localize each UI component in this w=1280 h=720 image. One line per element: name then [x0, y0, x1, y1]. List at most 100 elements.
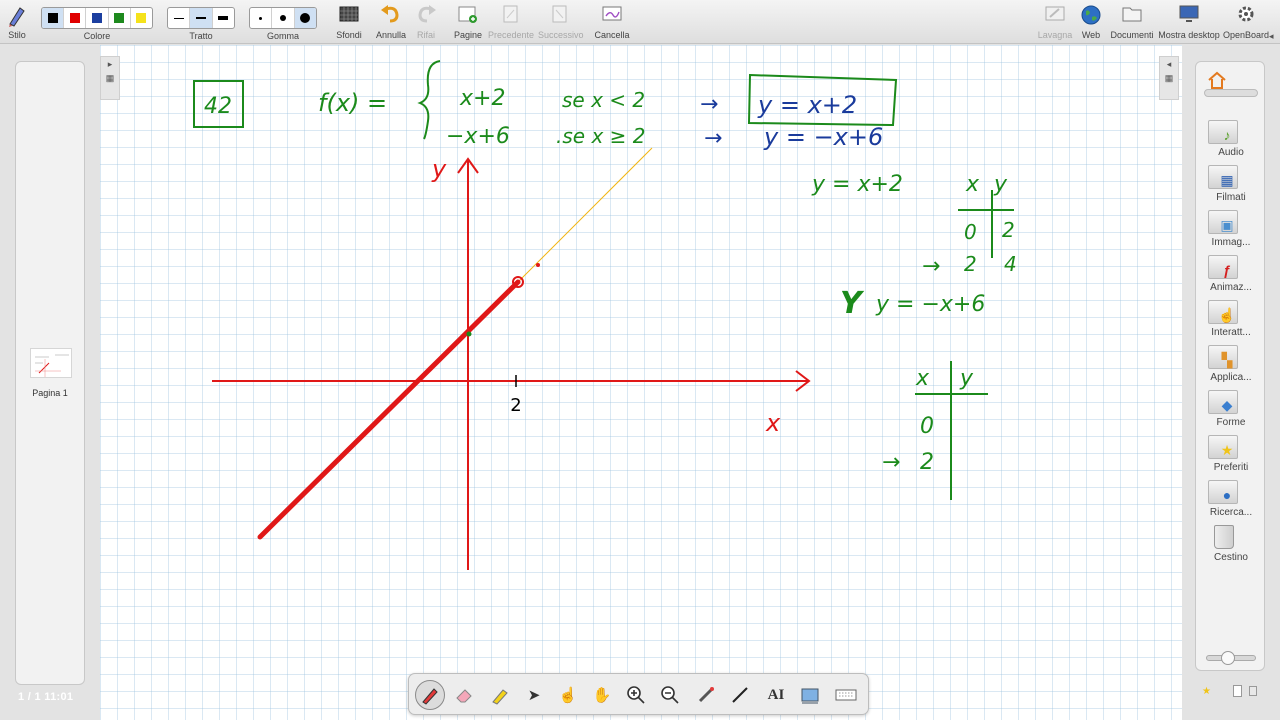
zoom-out-tool[interactable]: [655, 680, 685, 710]
color-label: Colore: [83, 31, 111, 41]
eraser-label: Gomma: [266, 31, 299, 41]
gear-icon: [1238, 6, 1254, 22]
interact-tool[interactable]: ☝: [553, 680, 583, 710]
color-red[interactable]: [64, 8, 87, 28]
branch2-expression: −x+6: [446, 124, 510, 149]
eraser-icon: [456, 689, 472, 703]
library-audio[interactable]: ♪ Audio: [1196, 120, 1266, 164]
library-movies[interactable]: ▦ Filmati: [1196, 165, 1266, 209]
library-panel: ♪ Audio ▦ Filmati ▣ Immag... ƒ Animaz...…: [1195, 61, 1265, 671]
trash-small-icon[interactable]: [1249, 686, 1257, 696]
page-thumbnail[interactable]: [30, 348, 72, 378]
y-axis-label: y: [431, 155, 447, 183]
table1-r2-x: 2: [964, 252, 977, 276]
documents-button[interactable]: Documenti: [1110, 2, 1154, 42]
function-definition: f(x) =: [318, 89, 387, 117]
next-page-button[interactable]: Successivo: [538, 2, 584, 42]
image-icon: ▣: [1220, 217, 1234, 233]
color-yellow[interactable]: [131, 8, 152, 28]
new-document-small-icon[interactable]: [1233, 685, 1242, 697]
branch2-result: y = −x+6: [763, 123, 883, 151]
color-picker: [41, 7, 153, 29]
stroke-medium[interactable]: [190, 8, 213, 28]
exercise-number: 42: [204, 94, 232, 119]
stroke-thick[interactable]: [213, 8, 234, 28]
capture-tool[interactable]: [795, 680, 825, 710]
line-tool[interactable]: [725, 680, 755, 710]
toolbar-collapse-icon[interactable]: ◂: [1269, 31, 1274, 42]
favorites-small-icon[interactable]: ★: [1202, 686, 1211, 697]
whiteboard-canvas[interactable]: ▸ ▦ ◂ ▦ 42 f(x) = x+2 se x < 2 −x+6 .se x …: [100, 45, 1182, 720]
board-button[interactable]: Lavagna: [1037, 2, 1073, 42]
red-dot: [536, 263, 540, 267]
library-interactive[interactable]: ☝ Interatt...: [1196, 300, 1266, 344]
globe-icon: ●: [1222, 487, 1232, 503]
cursor-icon: ➤: [527, 687, 541, 704]
library-applications[interactable]: ▚ Applica...: [1196, 345, 1266, 389]
clear-page-icon: [602, 6, 622, 21]
line-icon: [732, 687, 748, 703]
speaker-icon: ♪: [1223, 127, 1231, 143]
stroke-thin[interactable]: [168, 8, 191, 28]
keyboard-icon: [835, 689, 857, 701]
film-icon: ▦: [1220, 172, 1234, 188]
page-thumbnail-preview: [35, 354, 69, 377]
highlighter-icon: [492, 689, 508, 705]
backgrounds-button[interactable]: Sfondi: [332, 2, 366, 42]
hand-icon: ☝: [1218, 307, 1236, 323]
table1-arrow-icon: →: [922, 254, 940, 279]
library-search[interactable]: ● Ricerca...: [1196, 480, 1266, 524]
virtual-keyboard-tool[interactable]: [831, 680, 861, 710]
page-status: 1 / 1 11:01: [18, 691, 74, 703]
show-desktop-button[interactable]: Mostra desktop: [1158, 2, 1220, 42]
branch2-condition: .se x ≥ 2: [556, 124, 645, 148]
library-trash[interactable]: Cestino: [1196, 525, 1266, 569]
previous-page-button[interactable]: Precedente: [488, 2, 534, 42]
x-axis-label: x: [765, 409, 781, 437]
table2-y-header: y: [959, 366, 974, 391]
pages-button[interactable]: Pagine: [452, 2, 484, 42]
select-tool[interactable]: ➤: [519, 680, 549, 710]
table1-r1-y: 2: [1002, 218, 1015, 242]
highlighter-tool[interactable]: [485, 680, 515, 710]
hand-tool[interactable]: ✋: [587, 680, 617, 710]
table1-equation: y = x+2: [811, 172, 903, 197]
handwriting-layer: 42 f(x) = x+2 se x < 2 −x+6 .se x ≥ 2 → …: [193, 60, 1017, 570]
laser-pointer-icon: [698, 687, 714, 703]
zoom-in-tool[interactable]: [621, 680, 651, 710]
arrow-2-icon: →: [704, 126, 722, 151]
library-animations[interactable]: ƒ Animaz...: [1196, 255, 1266, 299]
color-black[interactable]: [42, 8, 65, 28]
clear-button[interactable]: Cancella: [592, 2, 632, 42]
library-shapes[interactable]: ◆ Forme: [1196, 390, 1266, 434]
laser-pointer-tool[interactable]: [691, 680, 721, 710]
text-tool[interactable]: AI: [761, 680, 791, 710]
color-green[interactable]: [109, 8, 131, 28]
thumbnail-size-slider[interactable]: [1206, 651, 1256, 665]
pen-tool[interactable]: [415, 680, 445, 710]
stylus-button[interactable]: Stilo: [2, 2, 32, 42]
eraser-small[interactable]: [250, 8, 273, 28]
globe-icon: [1081, 5, 1101, 25]
eraser-medium[interactable]: [272, 8, 295, 28]
web-button[interactable]: Web: [1077, 2, 1105, 42]
eraser-size-picker: [249, 7, 317, 29]
pen-icon: [422, 688, 438, 705]
eraser-tool[interactable]: [449, 680, 479, 710]
library-scrollbar[interactable]: [1204, 89, 1258, 97]
apps-icon: ▚: [1221, 352, 1233, 368]
table1-x-header: x: [965, 172, 980, 197]
hand-icon: ✋: [592, 687, 612, 704]
next-page-icon: [552, 5, 567, 23]
undo-button[interactable]: Annulla: [374, 2, 408, 42]
undo-icon: [381, 5, 399, 23]
openboard-button[interactable]: OpenBoard: [1222, 2, 1270, 42]
redo-button[interactable]: Rifai: [412, 2, 440, 42]
shapes-icon: ◆: [1221, 397, 1233, 413]
slider-knob[interactable]: [1221, 651, 1235, 665]
library-favorites[interactable]: ★ Preferiti: [1196, 435, 1266, 479]
library-images[interactable]: ▣ Immag...: [1196, 210, 1266, 254]
graph-line-y-x-plus-2: [257, 279, 521, 540]
color-blue[interactable]: [86, 8, 109, 28]
eraser-large[interactable]: [294, 8, 316, 28]
